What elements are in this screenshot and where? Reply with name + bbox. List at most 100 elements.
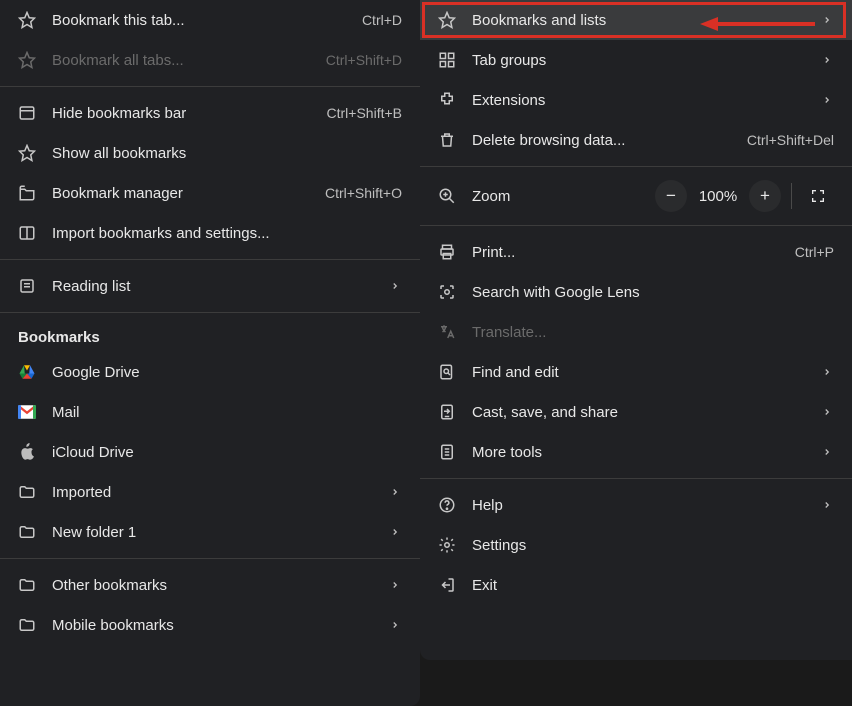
translate[interactable]: Translate... <box>420 312 852 352</box>
delete-browsing-data-label: Delete browsing data... <box>472 132 733 149</box>
extensions-icon <box>436 89 458 111</box>
tab-groups-label: Tab groups <box>472 52 806 69</box>
bookmark-manager[interactable]: Bookmark manager Ctrl+Shift+O <box>0 173 420 213</box>
reading-list-icon <box>16 275 38 297</box>
exit-label: Exit <box>472 577 834 594</box>
import-bookmarks[interactable]: Import bookmarks and settings... <box>0 213 420 253</box>
mobile-bookmarks-label: Mobile bookmarks <box>52 617 374 634</box>
cast-save-share[interactable]: Cast, save, and share <box>420 392 852 432</box>
chevron-right-icon <box>820 55 834 65</box>
reading-list-label: Reading list <box>52 278 374 295</box>
translate-icon <box>436 321 458 343</box>
folder-icon <box>16 481 38 503</box>
separator <box>0 558 420 559</box>
separator <box>0 86 420 87</box>
find-and-edit[interactable]: Find and edit <box>420 352 852 392</box>
chevron-right-icon <box>820 15 834 25</box>
chevron-right-icon <box>388 527 402 537</box>
google-lens[interactable]: Search with Google Lens <box>420 272 852 312</box>
help-icon <box>436 494 458 516</box>
other-bookmarks[interactable]: Other bookmarks <box>0 565 420 605</box>
chevron-right-icon <box>820 367 834 377</box>
find-and-edit-label: Find and edit <box>472 364 806 381</box>
help[interactable]: Help <box>420 485 852 525</box>
tab-groups[interactable]: Tab groups <box>420 40 852 80</box>
exit-icon <box>436 574 458 596</box>
zoom-icon <box>436 185 458 207</box>
separator <box>791 183 792 209</box>
bookmarks-and-lists-label: Bookmarks and lists <box>472 12 806 29</box>
settings[interactable]: Settings <box>420 525 852 565</box>
print[interactable]: Print... Ctrl+P <box>420 232 852 272</box>
gmail-icon <box>16 401 38 423</box>
zoom-label: Zoom <box>472 188 641 205</box>
gear-icon <box>436 534 458 556</box>
reading-list[interactable]: Reading list <box>0 266 420 306</box>
hide-bookmarks-bar-shortcut: Ctrl+Shift+B <box>327 105 402 121</box>
bookmark-folder-imported-label: Imported <box>52 484 374 501</box>
chevron-right-icon <box>820 447 834 457</box>
bookmarks-submenu: Bookmark this tab... Ctrl+D Bookmark all… <box>0 0 420 706</box>
cast-save-share-label: Cast, save, and share <box>472 404 806 421</box>
bookmark-all-tabs[interactable]: Bookmark all tabs... Ctrl+Shift+D <box>0 40 420 80</box>
bookmark-folder-new[interactable]: New folder 1 <box>0 512 420 552</box>
import-icon <box>16 222 38 244</box>
star-outline-icon <box>436 9 458 31</box>
star-plus-icon <box>16 49 38 71</box>
bookmark-mail-label: Mail <box>52 404 402 421</box>
chevron-right-icon <box>388 620 402 630</box>
zoom-row: Zoom − 100% + <box>420 173 852 219</box>
chevron-right-icon <box>388 487 402 497</box>
fullscreen-button[interactable] <box>802 180 834 212</box>
bookmark-manager-label: Bookmark manager <box>52 185 311 202</box>
print-shortcut: Ctrl+P <box>795 244 834 260</box>
bookmark-this-tab-label: Bookmark this tab... <box>52 12 348 29</box>
lens-icon <box>436 281 458 303</box>
import-bookmarks-label: Import bookmarks and settings... <box>52 225 402 242</box>
find-icon <box>436 361 458 383</box>
extensions[interactable]: Extensions <box>420 80 852 120</box>
show-all-bookmarks-label: Show all bookmarks <box>52 145 402 162</box>
bookmark-mail[interactable]: Mail <box>0 392 420 432</box>
bookmark-folder-imported[interactable]: Imported <box>0 472 420 512</box>
bookmark-icloud-drive[interactable]: iCloud Drive <box>0 432 420 472</box>
extensions-label: Extensions <box>472 92 806 109</box>
zoom-controls: − 100% + <box>655 180 834 212</box>
bookmark-google-drive[interactable]: Google Drive <box>0 352 420 392</box>
more-tools-icon <box>436 441 458 463</box>
print-icon <box>436 241 458 263</box>
cast-icon <box>436 401 458 423</box>
hide-bookmarks-bar-label: Hide bookmarks bar <box>52 105 313 122</box>
delete-browsing-data-shortcut: Ctrl+Shift+Del <box>747 132 834 148</box>
print-label: Print... <box>472 244 781 261</box>
bookmark-manager-shortcut: Ctrl+Shift+O <box>325 185 402 201</box>
folder-icon <box>16 614 38 636</box>
bookmark-all-tabs-shortcut: Ctrl+Shift+D <box>326 52 402 68</box>
delete-browsing-data[interactable]: Delete browsing data... Ctrl+Shift+Del <box>420 120 852 160</box>
translate-label: Translate... <box>472 324 834 341</box>
google-drive-icon <box>16 361 38 383</box>
apple-icon <box>16 441 38 463</box>
main-menu: Bookmarks and lists Tab groups Extension… <box>420 0 852 660</box>
zoom-value: 100% <box>691 188 745 205</box>
bookmark-google-drive-label: Google Drive <box>52 364 402 381</box>
bookmark-all-tabs-label: Bookmark all tabs... <box>52 52 312 69</box>
settings-label: Settings <box>472 537 834 554</box>
zoom-in-button[interactable]: + <box>749 180 781 212</box>
exit[interactable]: Exit <box>420 565 852 605</box>
show-all-bookmarks[interactable]: Show all bookmarks <box>0 133 420 173</box>
bookmark-this-tab-shortcut: Ctrl+D <box>362 12 402 28</box>
bookmarks-and-lists[interactable]: Bookmarks and lists <box>420 0 852 40</box>
more-tools[interactable]: More tools <box>420 432 852 472</box>
trash-icon <box>436 129 458 151</box>
folder-icon <box>16 521 38 543</box>
mobile-bookmarks[interactable]: Mobile bookmarks <box>0 605 420 645</box>
bookmarks-bar-icon <box>16 102 38 124</box>
help-label: Help <box>472 497 806 514</box>
hide-bookmarks-bar[interactable]: Hide bookmarks bar Ctrl+Shift+B <box>0 93 420 133</box>
zoom-out-button[interactable]: − <box>655 180 687 212</box>
separator <box>420 166 852 167</box>
separator <box>0 259 420 260</box>
bookmark-this-tab[interactable]: Bookmark this tab... Ctrl+D <box>0 0 420 40</box>
folder-icon <box>16 574 38 596</box>
